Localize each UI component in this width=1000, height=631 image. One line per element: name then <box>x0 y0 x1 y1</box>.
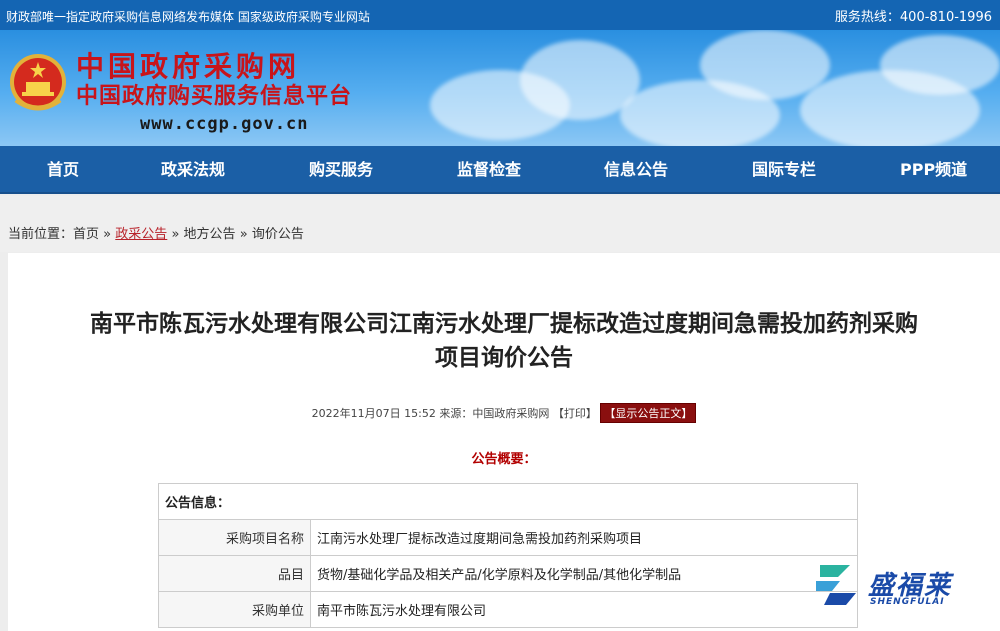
breadcrumb-separator: » <box>239 227 248 242</box>
nav-item-regulations[interactable]: 政采法规 <box>161 146 225 194</box>
shengfulai-logo-icon <box>816 565 856 605</box>
logo-title: 中国政府采购网 <box>76 50 301 83</box>
table-row: 采购单位 南平市陈瓦污水处理有限公司 <box>158 591 858 628</box>
breadcrumb-inquiry[interactable]: 询价公告 <box>252 227 304 242</box>
breadcrumb-gov-procurement[interactable]: 政采公告 <box>115 227 167 242</box>
row-value: 南平市陈瓦污水处理有限公司 <box>310 591 858 628</box>
site-logo[interactable]: 中国政府采购网 中国政府购买服务信息平台 <box>76 52 352 112</box>
breadcrumb-local[interactable]: 地方公告 <box>184 227 236 242</box>
publish-date: 2022年11月07日 15:52 <box>311 407 436 420</box>
table-row: 品目 货物/基础化学品及相关产品/化学原料及化学制品/其他化学制品 <box>158 555 858 592</box>
summary-label: 公告概要： <box>471 452 537 467</box>
show-full-text-button[interactable]: 【显示公告正文】 <box>600 403 697 423</box>
nav-item-ppp[interactable]: PPP频道 <box>900 146 967 194</box>
breadcrumb-separator: » <box>103 227 112 242</box>
print-link[interactable]: 【打印】 <box>553 407 597 420</box>
nav-item-international[interactable]: 国际专栏 <box>752 146 816 194</box>
article-meta: 2022年11月07日 15:52 来源：中国政府采购网 【打印】 【显示公告正… <box>8 403 1000 423</box>
row-label: 品目 <box>158 555 311 592</box>
row-label: 采购单位 <box>158 591 311 628</box>
row-value: 货物/基础化学品及相关产品/化学原料及化学制品/其他化学制品 <box>310 555 858 592</box>
row-label: 采购项目名称 <box>158 519 311 556</box>
national-emblem-icon <box>10 54 66 111</box>
site-header: 中国政府采购网 中国政府购买服务信息平台 www.ccgp.gov.cn <box>0 30 1000 146</box>
site-url: www.ccgp.gov.cn <box>140 114 309 134</box>
main-nav: 首页 政采法规 购买服务 监督检查 信息公告 国际专栏 PPP频道 <box>0 146 1000 194</box>
nav-item-supervision[interactable]: 监督检查 <box>457 146 521 194</box>
top-bar-slogan: 财政部唯一指定政府采购信息网络发布媒体 国家级政府采购专业网站 <box>6 10 370 24</box>
top-bar: 财政部唯一指定政府采购信息网络发布媒体 国家级政府采购专业网站 服务热线：400… <box>0 0 1000 30</box>
breadcrumb-separator: » <box>171 227 180 242</box>
article-title: 南平市陈瓦污水处理有限公司江南污水处理厂提标改造过度期间急需投加药剂采购 项目询… <box>90 311 918 371</box>
breadcrumb-home[interactable]: 首页 <box>73 227 99 242</box>
logo-subtitle: 中国政府购买服务信息平台 <box>76 84 353 109</box>
breadcrumb-prefix: 当前位置： <box>8 227 74 242</box>
nav-item-purchase-services[interactable]: 购买服务 <box>309 146 373 194</box>
table-header: 公告信息： <box>158 483 858 520</box>
row-value: 江南污水处理厂提标改造过度期间急需投加药剂采购项目 <box>310 519 858 556</box>
table-row: 采购项目名称 江南污水处理厂提标改造过度期间急需投加药剂采购项目 <box>158 519 858 556</box>
watermark-logo: 盛福莱 SHENGFULAI <box>810 557 990 617</box>
nav-item-announcements[interactable]: 信息公告 <box>604 146 668 194</box>
article-source: 来源：中国政府采购网 <box>439 407 550 420</box>
breadcrumb: 当前位置：首页 » 政采公告 » 地方公告 » 询价公告 <box>0 196 1000 252</box>
announcement-info-table: 公告信息： 采购项目名称 江南污水处理厂提标改造过度期间急需投加药剂采购项目 品… <box>158 483 858 628</box>
nav-item-home[interactable]: 首页 <box>47 146 79 194</box>
watermark-text-en: SHENGFULAI <box>870 597 945 607</box>
service-hotline: 服务热线：400-810-1996 <box>834 10 992 25</box>
